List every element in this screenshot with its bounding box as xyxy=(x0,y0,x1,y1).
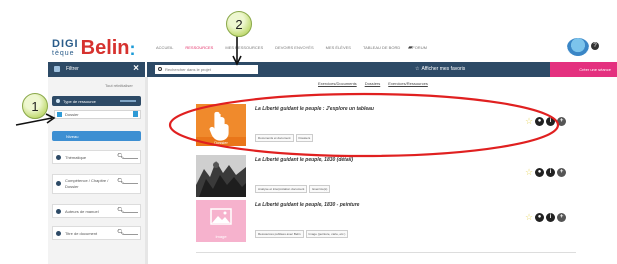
highlight-ellipse xyxy=(168,92,560,158)
arrow-1-line xyxy=(15,117,53,126)
annotation-bubble-1: 1 xyxy=(22,93,48,119)
annotation-overlay xyxy=(15,21,560,158)
annotation-bubble-2: 2 xyxy=(226,11,252,37)
